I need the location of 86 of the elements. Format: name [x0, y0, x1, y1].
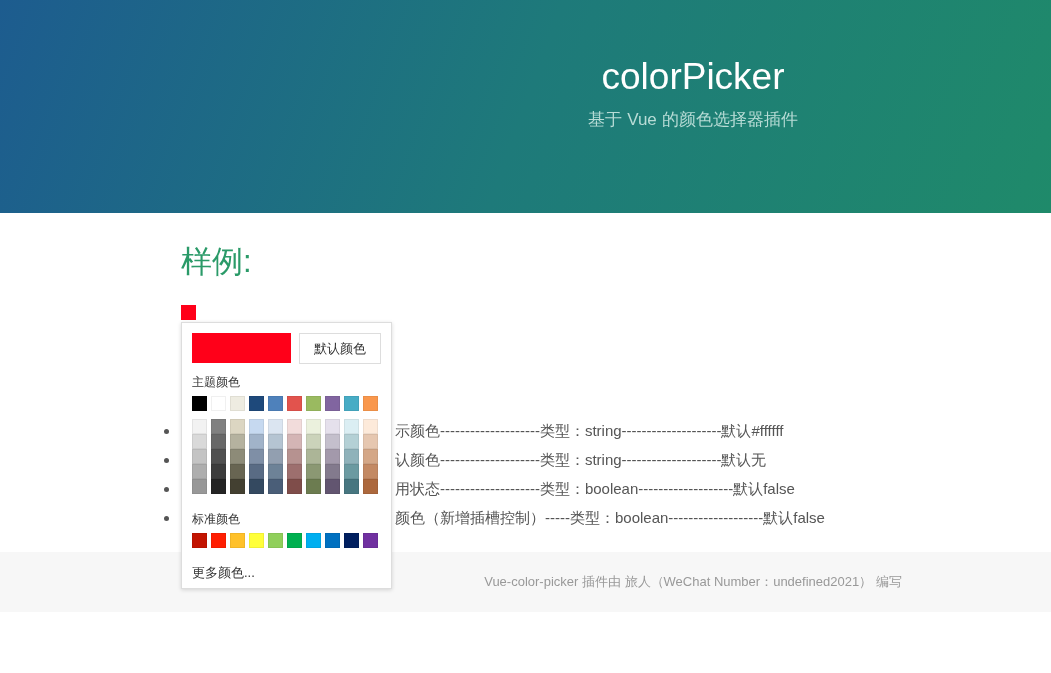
color-swatch[interactable]: [325, 464, 340, 479]
color-swatch[interactable]: [306, 396, 321, 411]
color-swatch[interactable]: [363, 533, 378, 548]
prop-description: 示颜色--------------------类型：string--------------------默认#ffffff: [395, 422, 784, 441]
color-swatch[interactable]: [344, 449, 359, 464]
color-swatch[interactable]: [230, 396, 245, 411]
bullet-icon: [164, 458, 169, 463]
color-swatch[interactable]: [230, 419, 245, 434]
color-swatch[interactable]: [192, 419, 207, 434]
color-swatch[interactable]: [306, 419, 321, 434]
color-swatch[interactable]: [268, 449, 283, 464]
prop-description: 颜色（新增插槽控制）-----类型：boolean-------------------默认false: [395, 509, 825, 528]
standard-colors-label: 标准颜色: [192, 512, 241, 526]
color-swatch[interactable]: [344, 533, 359, 548]
color-swatch[interactable]: [230, 449, 245, 464]
color-swatch[interactable]: [363, 464, 378, 479]
color-swatch[interactable]: [363, 449, 378, 464]
color-swatch[interactable]: [306, 479, 321, 494]
color-swatch[interactable]: [192, 479, 207, 494]
color-swatch[interactable]: [211, 419, 226, 434]
color-swatch[interactable]: [268, 533, 283, 548]
color-swatch[interactable]: [211, 533, 226, 548]
color-swatch[interactable]: [249, 479, 264, 494]
color-swatch[interactable]: [211, 449, 226, 464]
color-trigger[interactable]: [181, 305, 196, 320]
color-swatch[interactable]: [344, 434, 359, 449]
color-swatch[interactable]: [344, 464, 359, 479]
color-swatch[interactable]: [230, 464, 245, 479]
color-swatch[interactable]: [230, 434, 245, 449]
color-swatch[interactable]: [192, 434, 207, 449]
section-title: 样例:: [181, 243, 253, 281]
color-swatch[interactable]: [306, 464, 321, 479]
color-swatch[interactable]: [363, 434, 378, 449]
color-swatch[interactable]: [192, 449, 207, 464]
color-swatch[interactable]: [192, 396, 207, 411]
color-swatch[interactable]: [363, 479, 378, 494]
color-swatch[interactable]: [287, 434, 302, 449]
bullet-icon: [164, 429, 169, 434]
color-swatch[interactable]: [268, 464, 283, 479]
color-swatch[interactable]: [249, 533, 264, 548]
color-swatch[interactable]: [287, 533, 302, 548]
page-subtitle: 基于 Vue 的颜色选择器插件: [588, 109, 798, 131]
color-swatch[interactable]: [325, 396, 340, 411]
color-swatch[interactable]: [268, 419, 283, 434]
color-swatch[interactable]: [192, 533, 207, 548]
color-swatch[interactable]: [344, 419, 359, 434]
color-swatch[interactable]: [230, 533, 245, 548]
more-colors-link[interactable]: 更多颜色...: [192, 564, 381, 582]
color-swatch[interactable]: [344, 479, 359, 494]
bullet-icon: [164, 516, 169, 521]
color-swatch[interactable]: [249, 449, 264, 464]
footer-text: Vue-color-picker 插件由 旅人（WeChat Number：undefined2021） 编写: [484, 573, 902, 591]
bullet-icon: [164, 487, 169, 492]
color-swatch[interactable]: [249, 464, 264, 479]
color-swatch[interactable]: [249, 434, 264, 449]
prop-description: 认颜色--------------------类型：string--------------------默认无: [395, 451, 767, 470]
color-swatch[interactable]: [249, 396, 264, 411]
color-swatch[interactable]: [249, 419, 264, 434]
color-swatch[interactable]: [230, 479, 245, 494]
color-swatch[interactable]: [325, 533, 340, 548]
color-swatch[interactable]: [192, 464, 207, 479]
color-swatch[interactable]: [363, 419, 378, 434]
default-color-button[interactable]: 默认颜色: [299, 333, 381, 364]
color-swatch[interactable]: [344, 396, 359, 411]
color-swatch[interactable]: [306, 449, 321, 464]
color-swatch[interactable]: [325, 434, 340, 449]
color-swatch[interactable]: [211, 464, 226, 479]
color-swatch[interactable]: [325, 419, 340, 434]
theme-colors-label: 主题颜色: [192, 375, 241, 389]
color-swatch[interactable]: [325, 449, 340, 464]
color-swatch[interactable]: [211, 479, 226, 494]
color-swatch[interactable]: [325, 479, 340, 494]
color-swatch[interactable]: [268, 479, 283, 494]
color-swatch[interactable]: [287, 449, 302, 464]
color-swatch[interactable]: [211, 434, 226, 449]
color-swatch[interactable]: [287, 464, 302, 479]
color-swatch[interactable]: [287, 396, 302, 411]
prop-description: 用状态--------------------类型：boolean-------------------默认false: [395, 480, 795, 499]
color-swatch[interactable]: [363, 396, 378, 411]
color-swatch[interactable]: [268, 434, 283, 449]
page-title: colorPicker: [601, 56, 785, 98]
color-swatch[interactable]: [306, 533, 321, 548]
color-swatch[interactable]: [287, 419, 302, 434]
color-swatch[interactable]: [268, 396, 283, 411]
color-swatch[interactable]: [306, 434, 321, 449]
color-swatch[interactable]: [287, 479, 302, 494]
